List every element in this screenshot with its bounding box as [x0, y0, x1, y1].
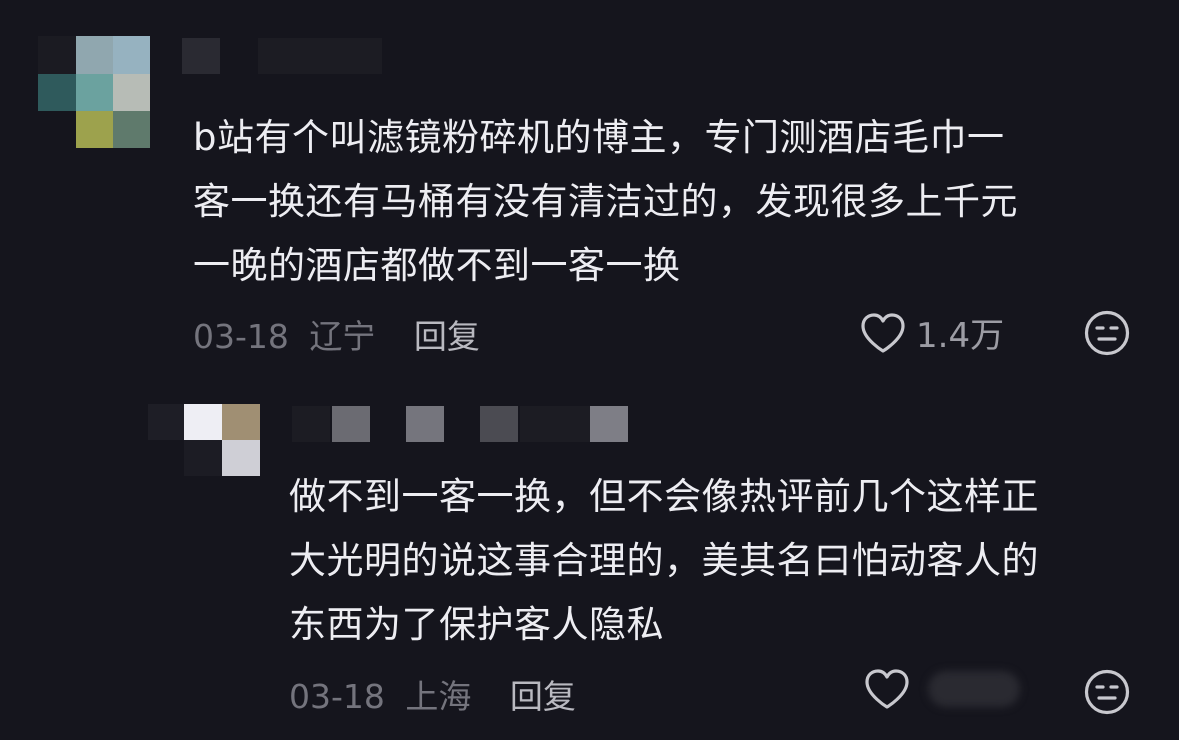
username-blur [406, 406, 444, 442]
username-blur [590, 406, 628, 442]
like-count-blur [928, 671, 1020, 707]
avatar-pixel [184, 404, 222, 440]
comment-meta: 03-18 辽宁 回复 [193, 310, 480, 358]
avatar-pixel [76, 36, 113, 74]
avatar-pixel [38, 111, 76, 148]
comment-text-line: 东西为了保护客人隐私 [289, 603, 664, 646]
comment-text-line: b站有个叫滤镜粉碎机的博主，专门测酒店毛巾一 [193, 116, 1005, 159]
like-button[interactable]: 1.4万 [860, 308, 1004, 357]
username-blur [292, 406, 330, 442]
avatar[interactable] [38, 36, 150, 148]
meh-face-icon [1083, 668, 1131, 716]
username[interactable] [292, 406, 712, 442]
like-count: 1.4万 [916, 316, 1005, 356]
username-blur [182, 38, 220, 74]
comment-text-line: 一晚的酒店都做不到一客一换 [193, 244, 681, 287]
meh-face-icon [1083, 309, 1131, 357]
avatar-pixel [38, 36, 76, 74]
heart-outline-icon [864, 668, 910, 710]
username-blur [332, 406, 370, 442]
avatar-pixel [184, 440, 222, 476]
avatar-pixel [113, 36, 150, 74]
comment-text: b站有个叫滤镜粉碎机的博主，专门测酒店毛巾一 客一换还有马桶有没有清洁过的，发现… [193, 106, 1018, 298]
heart-outline-icon [860, 312, 906, 354]
username-blur [258, 38, 382, 74]
reaction-button[interactable] [1083, 309, 1131, 357]
comment-text-line: 做不到一客一换，但不会像热评前几个这样正 [289, 475, 1039, 518]
comment-text: 做不到一客一换，但不会像热评前几个这样正 大光明的说这事合理的，美其名曰怕动客人… [289, 465, 1039, 657]
comment-text-line: 大光明的说这事合理的，美其名曰怕动客人的 [289, 539, 1039, 582]
comment-date: 03-18 [193, 317, 289, 356]
avatar-pixel [113, 111, 150, 148]
avatar-pixel [148, 404, 184, 440]
avatar-pixel [76, 111, 113, 148]
reply-button[interactable]: 回复 [510, 677, 576, 716]
comment-location: 上海 [405, 677, 472, 716]
avatar[interactable] [148, 404, 260, 476]
like-button[interactable] [864, 668, 1020, 710]
username-blur [480, 406, 518, 442]
avatar-pixel [222, 404, 260, 440]
comment-text-line: 客一换还有马桶有没有清洁过的，发现很多上千元 [193, 180, 1018, 223]
avatar-pixel [38, 74, 76, 111]
comment-meta: 03-18 上海 回复 [289, 670, 576, 718]
username-blur [520, 406, 590, 442]
username[interactable] [182, 38, 382, 74]
comment-date: 03-18 [289, 677, 385, 716]
avatar-pixel [222, 440, 260, 476]
avatar-pixel [76, 74, 113, 111]
comment-location: 辽宁 [309, 317, 376, 356]
reply-button[interactable]: 回复 [414, 317, 480, 356]
avatar-pixel [113, 74, 150, 111]
reaction-button[interactable] [1083, 668, 1131, 716]
